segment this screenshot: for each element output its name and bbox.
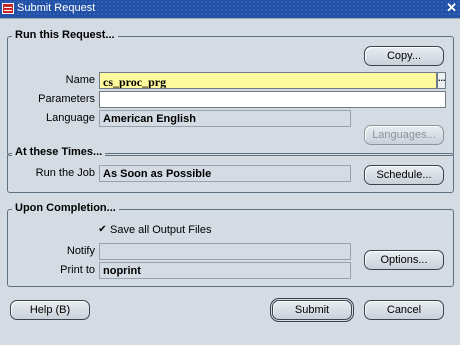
dialog-body: Run this Request... Copy... Name cs_proc… bbox=[0, 18, 460, 345]
notify-label: Notify bbox=[66, 245, 95, 257]
notify-field[interactable] bbox=[99, 243, 351, 260]
times-group: At these Times... Run the Job As Soon as… bbox=[7, 146, 454, 193]
language-label: Language bbox=[46, 112, 95, 124]
run-request-title: Run this Request... bbox=[12, 29, 118, 41]
language-field: American English bbox=[99, 110, 351, 127]
parameters-label: Parameters bbox=[38, 93, 95, 105]
run-request-group: Run this Request... Copy... Name cs_proc… bbox=[7, 29, 454, 156]
help-button[interactable]: Help (B) bbox=[10, 300, 90, 320]
languages-button: Languages... bbox=[364, 125, 444, 145]
close-icon[interactable]: ✕ bbox=[446, 0, 457, 16]
oracle-forms-icon bbox=[2, 3, 14, 14]
print-to-label: Print to bbox=[60, 264, 95, 276]
window-title: Submit Request bbox=[17, 2, 96, 14]
submit-button[interactable]: Submit bbox=[270, 298, 354, 322]
run-job-label: Run the Job bbox=[35, 167, 95, 179]
list-of-values-button[interactable]: ... bbox=[437, 72, 446, 89]
name-field[interactable]: cs_proc_prg bbox=[99, 72, 437, 89]
save-output-label[interactable]: Save all Output Files bbox=[110, 224, 212, 236]
completion-group: Upon Completion... ✔ Save all Output Fil… bbox=[7, 202, 454, 287]
run-job-field: As Soon as Possible bbox=[99, 165, 351, 182]
name-label: Name bbox=[65, 74, 95, 86]
options-button[interactable]: Options... bbox=[364, 250, 444, 270]
copy-button[interactable]: Copy... bbox=[364, 46, 444, 66]
cancel-button[interactable]: Cancel bbox=[364, 300, 444, 320]
checkmark-icon[interactable]: ✔ bbox=[98, 225, 107, 235]
completion-title: Upon Completion... bbox=[12, 202, 119, 214]
parameters-field[interactable] bbox=[99, 91, 446, 108]
print-to-field[interactable]: noprint bbox=[99, 262, 351, 279]
times-title: At these Times... bbox=[12, 146, 106, 158]
title-bar: Submit Request ✕ bbox=[0, 0, 460, 18]
schedule-button[interactable]: Schedule... bbox=[364, 165, 444, 185]
